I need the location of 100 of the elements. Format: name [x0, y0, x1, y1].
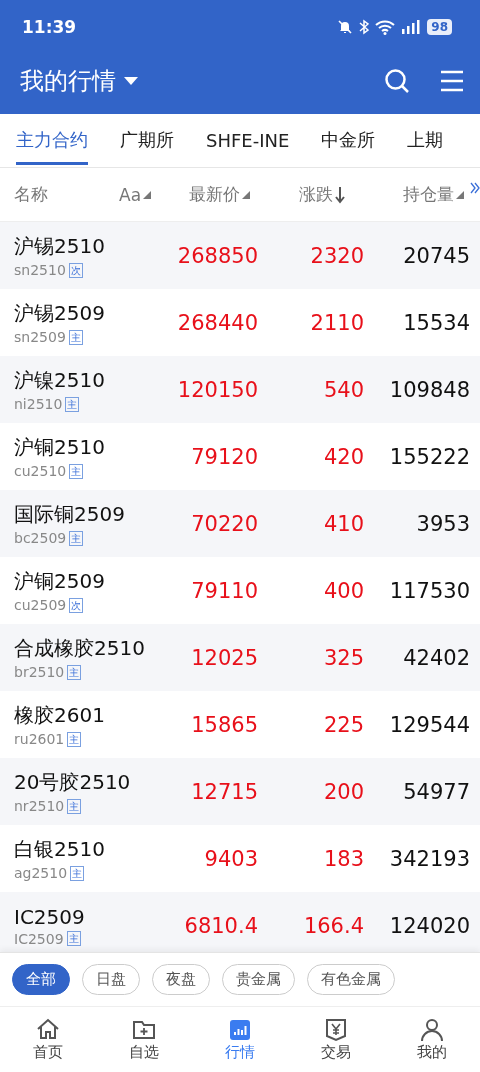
open-interest-cell-text: 117530 — [388, 578, 470, 603]
open-interest-cell-text: 155222 — [388, 444, 470, 469]
battery-icon: 98 — [427, 19, 452, 35]
contract-code: bc2509 — [14, 530, 67, 546]
column-header[interactable]: 涨跌 — [299, 183, 333, 206]
open-interest-cell-text: 3953 — [415, 511, 470, 536]
sort-icon[interactable] — [242, 190, 250, 199]
column-header[interactable]: 最新价 — [189, 183, 240, 206]
contract-name: 合成橡胶2510 — [14, 635, 146, 662]
change-cell-text: 200 — [322, 779, 364, 804]
change-cell-text: 410 — [322, 511, 364, 536]
yen-document-icon[interactable] — [323, 1017, 349, 1043]
market-tab[interactable]: 主力合约 — [16, 116, 88, 165]
price-cell-text: 120150 — [176, 377, 258, 402]
change-cell-text: 183 — [322, 846, 364, 871]
contract-tag: 主 — [67, 798, 82, 814]
sort-down-icon[interactable] — [335, 185, 345, 204]
title-dropdown[interactable]: 我的行情 — [20, 65, 116, 97]
contract-code: ag2510 — [14, 865, 68, 881]
contract-code: nr2510 — [14, 798, 65, 814]
contract-tag: 主 — [67, 731, 82, 747]
contract-code: ni2510 — [14, 396, 63, 412]
quote-row[interactable]: 国际铜2509 bc2509 主 70220 410 3953 — [0, 490, 480, 557]
person-icon[interactable] — [419, 1017, 445, 1043]
menu-icon[interactable] — [440, 70, 464, 92]
column-header[interactable]: 持仓量 — [403, 183, 454, 206]
signal-icon — [401, 19, 422, 35]
column-header[interactable]: Aa — [119, 184, 142, 205]
contract-code: cu2509 — [14, 597, 67, 613]
quote-row[interactable]: 20号胶2510 nr2510 主 12715 200 54977 — [0, 758, 480, 825]
market-tab[interactable]: 广期所 — [120, 116, 174, 165]
price-cell-text: 12715 — [190, 779, 258, 804]
price-cell-text: 79110 — [190, 578, 258, 603]
contract-name: 白银2510 — [14, 836, 106, 863]
price-cell-text: 268850 — [176, 243, 258, 268]
contract-name: 国际铜2509 — [14, 501, 126, 528]
filter-chip[interactable]: 贵金属 — [222, 964, 295, 995]
contract-code: IC2509 — [14, 930, 64, 947]
contract-code: sn2509 — [14, 329, 66, 345]
price-cell-text: 6810.4 — [183, 913, 258, 938]
nav-tab[interactable]: 交易 — [288, 1007, 384, 1072]
contract-tag: 次 — [69, 597, 84, 613]
contract-code: sn2510 — [14, 262, 66, 278]
change-cell-text: 540 — [322, 377, 364, 402]
search-icon[interactable] — [384, 68, 410, 94]
contract-code: cu2510 — [14, 463, 67, 479]
filter-chip[interactable]: 全部 — [12, 964, 70, 995]
filter-chip[interactable]: 夜盘 — [152, 964, 210, 995]
market-tab[interactable]: 中金所 — [321, 116, 376, 165]
contract-tag: 主 — [68, 329, 83, 345]
quote-row[interactable]: IC2509 IC2509 主 6810.4 166.4 124020 — [0, 892, 480, 952]
contract-tag: 主 — [69, 530, 84, 546]
change-cell-text: 325 — [322, 645, 364, 670]
quote-row[interactable]: 合成橡胶2510 br2510 主 12025 325 42402 — [0, 624, 480, 691]
quote-row[interactable]: 沪铜2509 cu2509 次 79110 400 117530 — [0, 557, 480, 624]
nav-tab[interactable]: 我的 — [384, 1007, 480, 1072]
wifi-icon — [375, 19, 396, 35]
price-cell-text: 70220 — [190, 511, 258, 536]
contract-name: 橡胶2601 — [14, 702, 106, 729]
quote-row[interactable]: 橡胶2601 ru2601 主 15865 225 129544 — [0, 691, 480, 758]
open-interest-cell-text: 109848 — [388, 377, 470, 402]
sort-icon[interactable] — [456, 190, 464, 199]
open-interest-cell-text: 20745 — [402, 243, 470, 268]
open-interest-cell-text: 124020 — [388, 913, 470, 938]
chevron-right-icon[interactable] — [470, 182, 480, 194]
contract-code: br2510 — [14, 664, 65, 680]
filter-chip[interactable]: 有色金属 — [307, 964, 395, 995]
market-tab[interactable]: SHFE-INE — [206, 117, 290, 164]
price-cell-text: 12025 — [190, 645, 258, 670]
price-cell-text: 268440 — [176, 310, 258, 335]
price-cell-text: 79120 — [190, 444, 258, 469]
nav-tab[interactable]: 首页 — [0, 1007, 96, 1072]
open-interest-cell-text: 342193 — [388, 846, 470, 871]
bell-muted-icon — [337, 19, 354, 35]
bluetooth-icon — [359, 19, 370, 35]
filter-chip[interactable]: 日盘 — [82, 964, 140, 995]
quote-row[interactable]: 白银2510 ag2510 主 9403 183 342193 — [0, 825, 480, 892]
quote-row[interactable]: 沪镍2510 ni2510 主 120150 540 109848 — [0, 356, 480, 423]
nav-tab[interactable]: 行情 — [192, 1007, 288, 1072]
open-interest-cell-text: 15534 — [402, 310, 470, 335]
nav-tab[interactable]: 自选 — [96, 1007, 192, 1072]
contract-tag: 主 — [66, 931, 81, 946]
open-interest-cell-text: 129544 — [388, 712, 470, 737]
contract-tag: 主 — [69, 463, 84, 479]
contract-name: 沪铜2509 — [14, 568, 106, 595]
contract-code: ru2601 — [14, 731, 65, 747]
quote-row[interactable]: 沪铜2510 cu2510 主 79120 420 155222 — [0, 423, 480, 490]
bar-chart-icon[interactable] — [227, 1017, 253, 1043]
price-cell-text: 9403 — [203, 846, 258, 871]
column-header[interactable]: 名称 — [14, 183, 48, 206]
quote-row[interactable]: 沪锡2509 sn2509 主 268440 2110 15534 — [0, 289, 480, 356]
sort-icon[interactable] — [143, 190, 152, 199]
open-interest-cell-text: 42402 — [402, 645, 470, 670]
change-cell-text: 166.4 — [302, 913, 364, 938]
caret-icon[interactable] — [124, 77, 138, 85]
quote-row[interactable]: 沪锡2510 sn2510 次 268850 2320 20745 — [0, 222, 480, 289]
contract-tag: 主 — [67, 664, 82, 680]
status-time: 11:39 — [22, 17, 77, 37]
contract-name: 沪锡2509 — [14, 300, 106, 327]
market-tab[interactable]: 上期 — [407, 116, 444, 165]
